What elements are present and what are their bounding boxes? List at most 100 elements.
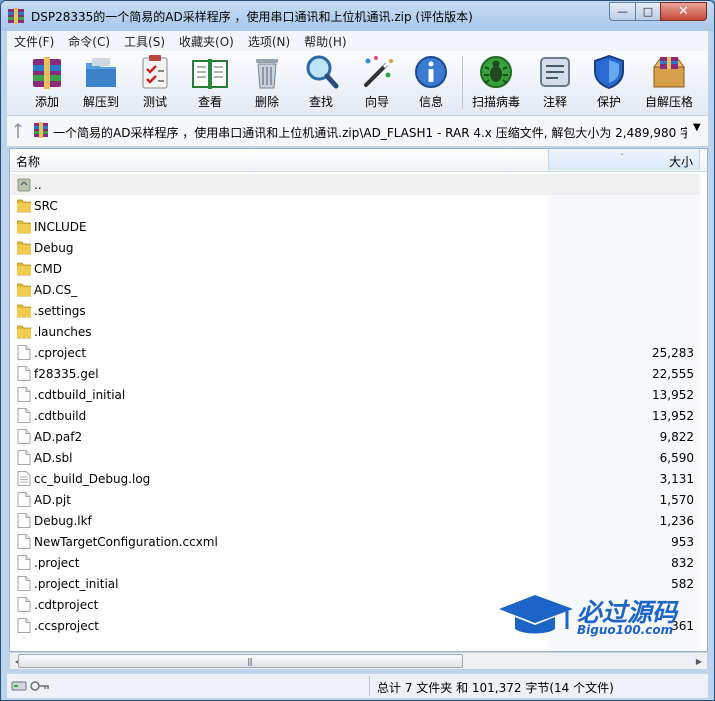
protect-button[interactable]: 保护 xyxy=(589,53,629,113)
comment-button[interactable]: 注释 xyxy=(535,53,575,113)
file-size: 582 xyxy=(671,577,694,591)
table-row[interactable]: f28335.gel 22,555 xyxy=(10,363,700,384)
virus-bug-icon xyxy=(480,56,512,88)
file-size: 1,236 xyxy=(659,514,694,528)
table-row[interactable]: .cdtbuild_initial 13,952 xyxy=(10,384,700,405)
table-row[interactable]: Debug.lkf 1,236 xyxy=(10,510,700,531)
close-icon: ✕ xyxy=(678,4,689,19)
status-divider xyxy=(369,676,370,696)
title-bar[interactable]: DSP28335的一个简易的AD采样程序 ，使用串口通讯和上位机通讯.zip (… xyxy=(1,1,714,31)
info-label: 信息 xyxy=(418,95,443,109)
table-row[interactable]: .settings xyxy=(10,300,700,321)
file-icon xyxy=(17,513,31,528)
file-size: 13,952 xyxy=(652,388,694,402)
file-size: 953 xyxy=(671,535,694,549)
view-button[interactable]: 查看 xyxy=(187,53,233,113)
winrar-window: DSP28335的一个简易的AD采样程序 ，使用串口通讯和上位机通讯.zip (… xyxy=(0,0,715,701)
file-name: .. xyxy=(34,178,42,192)
table-row[interactable]: Debug xyxy=(10,237,700,258)
delete-button[interactable]: 删除 xyxy=(247,53,287,113)
minimize-button[interactable]: — xyxy=(609,2,636,21)
file-icon xyxy=(17,618,31,633)
path-dropdown-icon[interactable]: ▼ xyxy=(693,122,701,133)
table-row[interactable]: .project 832 xyxy=(10,552,700,573)
file-size: 6,590 xyxy=(659,451,694,465)
file-name: CMD xyxy=(34,262,62,276)
graduation-cap-icon xyxy=(499,595,573,634)
file-size: 25,283 xyxy=(652,346,694,360)
scrollbar-thumb[interactable]: ||| xyxy=(18,654,463,668)
column-header-size-label: 大小 xyxy=(668,155,693,169)
extract-to-button[interactable]: 解压到 xyxy=(79,53,123,113)
file-icon xyxy=(17,429,31,444)
add-button[interactable]: 添加 xyxy=(27,53,67,113)
file-icon xyxy=(17,408,31,423)
file-name: .cdtbuild xyxy=(34,409,87,423)
comment-icon xyxy=(540,57,570,87)
sfx-label: 自解压格 xyxy=(644,95,693,109)
menu-favorites[interactable]: 收藏夹(O) xyxy=(172,33,241,50)
menu-commands[interactable]: 命令(C) xyxy=(61,33,117,50)
test-button[interactable]: 测试 xyxy=(135,53,175,113)
folder-icon xyxy=(17,220,31,234)
table-row[interactable]: .launches xyxy=(10,321,700,342)
find-button[interactable]: 查找 xyxy=(301,53,341,113)
address-bar[interactable]: 一个简易的AD采样程序 ，使用串口通讯和上位机通讯.zip\AD_FLASH1 … xyxy=(7,116,708,147)
view-label: 查看 xyxy=(197,95,222,109)
table-row[interactable]: .cdtbuild 13,952 xyxy=(10,405,700,426)
table-row[interactable]: .cproject 25,283 xyxy=(10,342,700,363)
wizard-button[interactable]: 向导 xyxy=(357,53,397,113)
menu-options[interactable]: 选项(N) xyxy=(241,33,297,50)
horizontal-scrollbar[interactable]: ◀ ||| ▶ xyxy=(9,652,708,670)
file-list[interactable]: 名称 ⌄ 大小 .. SRC INCLUDE Debug CMD AD.CS_ .setti… xyxy=(9,148,708,652)
minimize-icon: — xyxy=(617,5,628,18)
sfx-button[interactable]: 自解压格 xyxy=(641,53,697,113)
menu-file[interactable]: 文件(F) xyxy=(7,33,61,50)
table-row[interactable]: AD.sbl 6,590 xyxy=(10,447,700,468)
file-name: .ccsproject xyxy=(34,619,99,633)
menu-bar: 文件(F) 命令(C) 工具(S) 收藏夹(O) 选项(N) 帮助(H) xyxy=(7,31,708,51)
info-button[interactable]: 信息 xyxy=(411,53,451,113)
up-folder-icon[interactable] xyxy=(13,122,23,140)
file-name: AD.pjt xyxy=(34,493,71,507)
window-title: DSP28335的一个简易的AD采样程序 ，使用串口通讯和上位机通讯.zip (… xyxy=(31,10,473,24)
parent-directory-row[interactable]: .. xyxy=(10,174,700,195)
table-row[interactable]: NewTargetConfiguration.ccxml 953 xyxy=(10,531,700,552)
column-header-size[interactable]: ⌄ 大小 xyxy=(548,149,700,170)
scan-virus-label: 扫描病毒 xyxy=(471,95,520,109)
file-name: .cproject xyxy=(34,346,87,360)
file-icon xyxy=(17,345,31,360)
scroll-right-icon[interactable]: ▶ xyxy=(692,654,706,668)
table-row[interactable]: AD.paf2 9,822 xyxy=(10,426,700,447)
table-row[interactable]: SRC xyxy=(10,195,700,216)
close-button[interactable]: ✕ xyxy=(660,2,707,21)
file-name: AD.paf2 xyxy=(34,430,83,444)
watermark-site: Biguo100.com xyxy=(577,623,674,637)
trash-icon xyxy=(256,59,278,89)
table-row[interactable]: cc_build_Debug.log 3,131 xyxy=(10,468,700,489)
table-row[interactable]: AD.pjt 1,570 xyxy=(10,489,700,510)
folder-icon xyxy=(17,283,31,297)
extract-to-label: 解压到 xyxy=(82,95,119,109)
file-name: INCLUDE xyxy=(34,220,87,234)
file-name: AD.CS_ xyxy=(34,283,78,297)
file-name: Debug xyxy=(34,241,74,255)
table-row[interactable]: INCLUDE xyxy=(10,216,700,237)
menu-tools[interactable]: 工具(S) xyxy=(117,33,172,50)
wizard-label: 向导 xyxy=(364,95,389,109)
file-name: .cdtproject xyxy=(34,598,99,612)
file-icon xyxy=(17,492,31,507)
delete-label: 删除 xyxy=(254,95,279,109)
file-size: 22,555 xyxy=(652,367,694,381)
table-row[interactable]: CMD xyxy=(10,258,700,279)
folder-icon xyxy=(17,262,31,276)
file-name: .settings xyxy=(34,304,86,318)
table-row[interactable]: AD.CS_ xyxy=(10,279,700,300)
list-header: 名称 ⌄ 大小 xyxy=(10,149,707,172)
file-name: AD.sbl xyxy=(34,451,73,465)
maximize-button[interactable]: □ xyxy=(635,2,661,21)
scan-virus-button[interactable]: 扫描病毒 xyxy=(469,53,523,113)
menu-help[interactable]: 帮助(H) xyxy=(297,33,353,50)
drive-key-icon[interactable] xyxy=(11,679,51,693)
column-header-name[interactable]: 名称 xyxy=(16,153,40,170)
